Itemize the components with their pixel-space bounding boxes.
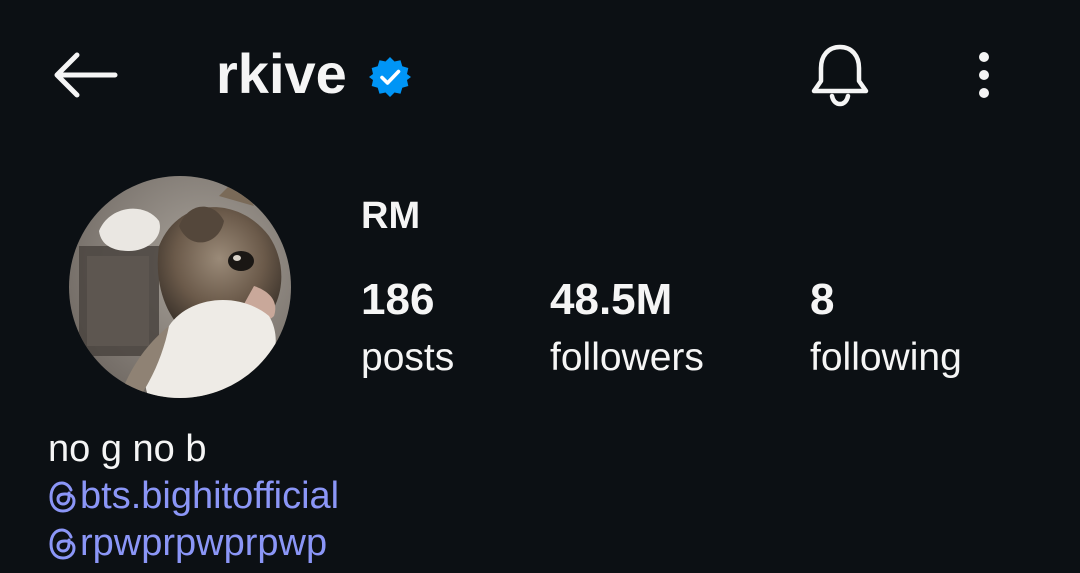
bio-link-text: bts.bighitofficial (80, 475, 340, 517)
profile-avatar[interactable] (69, 176, 291, 398)
bio-link-text: rpwprpwprpwp (80, 522, 328, 564)
profile-header-title: rkive (216, 38, 411, 110)
verified-badge-icon (368, 56, 411, 98)
followers-count: 48.5M (550, 275, 673, 324)
bio-text: no g no b (48, 428, 207, 470)
bio-link-threads-2[interactable]: rpwprpwprpwp (48, 521, 327, 567)
back-arrow-icon (54, 52, 118, 98)
posts-count: 186 (361, 275, 435, 324)
more-options-button[interactable] (958, 40, 1010, 110)
bell-icon (811, 44, 869, 107)
notifications-button[interactable] (800, 36, 880, 112)
posts-stat[interactable]: 186 posts (361, 275, 455, 379)
username: rkive (216, 42, 347, 105)
threads-icon (48, 480, 78, 514)
display-name: RM (361, 195, 421, 237)
following-stat[interactable]: 8 following (810, 275, 962, 379)
more-vertical-icon (979, 52, 989, 98)
following-label: following (810, 336, 962, 379)
threads-icon (48, 527, 78, 561)
followers-stat[interactable]: 48.5M followers (550, 275, 704, 379)
posts-label: posts (361, 336, 455, 379)
bio-link-threads-1[interactable]: bts.bighitofficial (48, 474, 339, 520)
following-count: 8 (810, 275, 835, 324)
cat-photo-avatar (69, 176, 291, 398)
followers-label: followers (550, 336, 704, 379)
back-button[interactable] (44, 40, 124, 110)
